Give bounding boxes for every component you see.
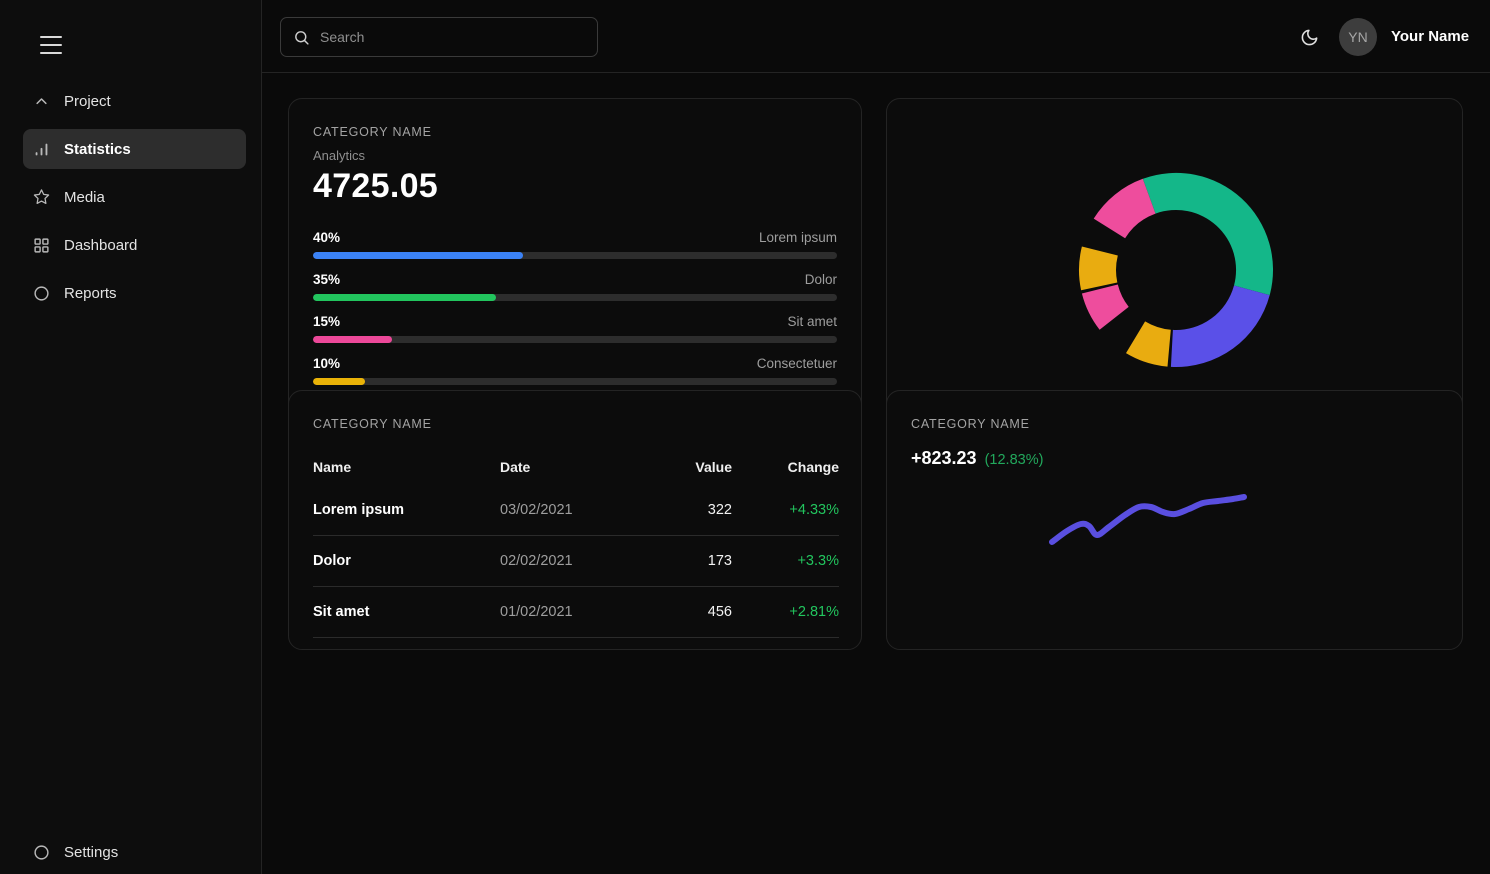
card-subtitle: Analytics	[313, 148, 837, 163]
segment-yellow-btm	[1126, 321, 1171, 366]
cell-value: 456	[672, 604, 732, 620]
sidebar-item-project[interactable]: Project	[23, 81, 246, 121]
sidebar-item-label: Reports	[64, 285, 117, 302]
progress-label: Consectetuer	[757, 356, 837, 371]
sidebar-item-reports[interactable]: Reports	[23, 273, 246, 313]
progress-track	[313, 336, 837, 343]
sidebar-item-label: Media	[64, 189, 105, 206]
user-name[interactable]: Your Name	[1391, 28, 1469, 45]
column-header-date: Date	[500, 459, 672, 475]
bar-chart-icon	[33, 141, 50, 158]
cell-date: 03/02/2021	[500, 502, 672, 518]
analytics-value: 4725.05	[313, 167, 837, 206]
card-title: CATEGORY NAME	[313, 417, 837, 431]
segment-green	[1143, 173, 1273, 295]
sidebar-item-label: Dashboard	[64, 237, 137, 254]
trend-card: CATEGORY NAME +823.23 (12.83%)	[886, 390, 1463, 650]
progress-label: Sit amet	[787, 314, 837, 329]
main-area: YN Your Name CATEGORY NAME Analytics 472…	[262, 0, 1490, 874]
cell-change: +4.33%	[732, 502, 839, 518]
table-header-row: Name Date Value Change	[313, 453, 839, 485]
progress-bar-group: 35% Dolor	[313, 272, 837, 301]
table-card: CATEGORY NAME Name Date Value Change Lor…	[288, 390, 862, 650]
sidebar-footer: Settings	[0, 832, 262, 874]
progress-bar-group: 10% Consectetuer	[313, 356, 837, 385]
segment-indigo	[1171, 286, 1270, 368]
progress-track	[313, 294, 837, 301]
avatar-initials: YN	[1348, 29, 1367, 45]
table-row: Sit amet 01/02/2021 456 +2.81%	[313, 587, 839, 638]
sidebar-item-label: Project	[64, 93, 111, 110]
chevron-up-icon	[33, 93, 50, 110]
hamburger-menu-icon[interactable]	[40, 36, 62, 54]
progress-percent: 10%	[313, 356, 340, 371]
cell-name: Sit amet	[313, 604, 500, 620]
table-row: Lorem ipsum 03/02/2021 322 +4.33%	[313, 485, 839, 536]
column-header-value: Value	[672, 459, 732, 475]
donut-chart	[887, 99, 1464, 439]
progress-track	[313, 252, 837, 259]
sidebar-item-statistics[interactable]: Statistics	[23, 129, 246, 169]
cell-value: 322	[672, 502, 732, 518]
progress-fill	[313, 336, 392, 343]
avatar[interactable]: YN	[1339, 18, 1377, 56]
cell-date: 01/02/2021	[500, 604, 672, 620]
progress-track	[313, 378, 837, 385]
progress-percent: 40%	[313, 230, 340, 245]
top-bar: YN Your Name	[262, 0, 1490, 73]
star-icon	[33, 189, 50, 206]
cell-change: +2.81%	[732, 604, 839, 620]
cell-name: Lorem ipsum	[313, 502, 500, 518]
progress-percent: 35%	[313, 272, 340, 287]
cell-name: Dolor	[313, 553, 500, 569]
cell-change: +3.3%	[732, 553, 839, 569]
sparkline-path	[1052, 497, 1244, 542]
search-icon	[293, 29, 310, 46]
progress-percent: 15%	[313, 314, 340, 329]
sidebar-item-settings[interactable]: Settings	[23, 832, 246, 872]
circle-icon	[33, 285, 50, 302]
search-input[interactable]	[320, 29, 585, 45]
progress-bar-group: 40% Lorem ipsum	[313, 230, 837, 259]
sidebar-item-label: Statistics	[64, 141, 131, 158]
cell-value: 173	[672, 553, 732, 569]
grid-icon	[33, 237, 50, 254]
progress-fill	[313, 378, 365, 385]
progress-label: Lorem ipsum	[759, 230, 837, 245]
sidebar-item-label: Settings	[64, 844, 118, 861]
progress-fill	[313, 252, 523, 259]
progress-bar-group: 15% Sit amet	[313, 314, 837, 343]
circle-icon	[33, 844, 50, 861]
progress-label: Dolor	[805, 272, 837, 287]
sidebar-item-media[interactable]: Media	[23, 177, 246, 217]
sidebar-item-dashboard[interactable]: Dashboard	[23, 225, 246, 265]
segment-pink-left	[1082, 285, 1129, 330]
donut-chart-card	[886, 98, 1463, 438]
card-title: CATEGORY NAME	[313, 125, 837, 139]
column-header-name: Name	[313, 459, 500, 475]
sidebar-nav: Project Statistics Media Dashboard	[0, 81, 262, 313]
analytics-card: CATEGORY NAME Analytics 4725.05 40% Lore…	[288, 98, 862, 438]
column-header-change: Change	[732, 459, 839, 475]
cell-date: 02/02/2021	[500, 553, 672, 569]
app-window: Project Statistics Media Dashboard	[0, 0, 1490, 874]
data-table: Name Date Value Change Lorem ipsum 03/02…	[313, 453, 839, 638]
search-box[interactable]	[280, 17, 598, 57]
sidebar: Project Statistics Media Dashboard	[0, 0, 262, 874]
segment-yellow-left	[1079, 247, 1118, 291]
progress-fill	[313, 294, 496, 301]
sparkline-chart	[887, 391, 1464, 651]
table-row: Dolor 02/02/2021 173 +3.3%	[313, 536, 839, 587]
moon-icon[interactable]	[1297, 25, 1321, 49]
progress-bar-list: 40% Lorem ipsum 35% Dolor	[313, 230, 837, 385]
